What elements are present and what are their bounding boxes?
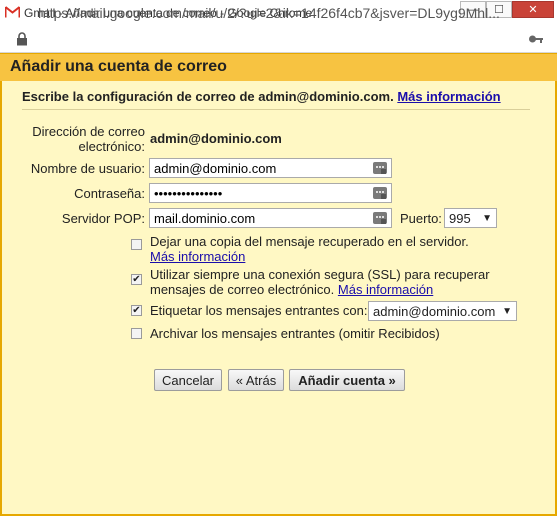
password-manager-icon[interactable]: [372, 185, 388, 201]
leave-copy-more-info-link[interactable]: Más información: [150, 249, 245, 264]
email-label: Dirección de correo electrónico:: [20, 124, 145, 154]
label-select-value: admin@dominio.com: [373, 303, 496, 319]
email-label-line2: electrónico:: [78, 139, 145, 154]
add-account-button[interactable]: Añadir cuenta »: [289, 369, 405, 391]
leave-copy-checkbox[interactable]: [131, 239, 142, 250]
archive-incoming-label: Archivar los mensajes entrantes (omitir …: [150, 326, 440, 341]
chevron-down-icon: ▼: [482, 212, 492, 224]
label-select[interactable]: admin@dominio.com ▼: [368, 301, 517, 321]
email-label-line1: Dirección de correo: [32, 124, 145, 139]
checkmark-icon: ✔: [132, 273, 141, 285]
dialog-title: Añadir una cuenta de correo: [10, 58, 227, 75]
intro-line: Escribe la configuración de correo de ad…: [22, 89, 530, 110]
ssl-label-line1: Utilizar siempre una conexión segura (SS…: [150, 267, 490, 282]
port-value: 995: [449, 210, 471, 226]
cancel-button[interactable]: Cancelar: [154, 369, 222, 391]
back-button[interactable]: « Atrás: [228, 369, 284, 391]
lock-icon: [16, 32, 28, 46]
email-value: admin@dominio.com: [150, 131, 282, 146]
archive-incoming-checkbox[interactable]: [131, 328, 142, 339]
close-button[interactable]: ✕: [512, 1, 554, 18]
port-label: Puerto:: [400, 211, 442, 226]
pop-server-input[interactable]: [149, 208, 392, 228]
intro-text: Escribe la configuración de correo de ad…: [22, 89, 394, 104]
label-incoming-label: Etiquetar los mensajes entrantes con:: [150, 303, 368, 318]
ssl-option: Utilizar siempre una conexión segura (SS…: [150, 267, 530, 297]
leave-copy-option: Dejar una copia del mensaje recuperado e…: [150, 234, 480, 264]
chevron-down-icon: ▼: [502, 305, 512, 317]
password-manager-icon[interactable]: [372, 160, 388, 176]
close-icon: ✕: [528, 4, 538, 16]
gmail-logo-icon: [4, 6, 21, 18]
more-info-link[interactable]: Más información: [397, 89, 500, 104]
label-incoming-checkbox[interactable]: ✔: [131, 305, 142, 316]
port-select[interactable]: 995 ▼: [444, 208, 497, 228]
password-label: Contraseña:: [74, 186, 145, 201]
password-manager-icon[interactable]: [372, 210, 388, 226]
address-bar[interactable]: [0, 26, 557, 53]
leave-copy-label: Dejar una copia del mensaje recuperado e…: [150, 234, 469, 249]
url-text[interactable]: https://mail.google.com/mail/u/2/?ui=2&i…: [38, 5, 516, 21]
key-icon[interactable]: [528, 32, 544, 46]
checkmark-icon: ✔: [132, 304, 141, 316]
pop-server-label: Servidor POP:: [61, 211, 145, 226]
ssl-label-line2: mensajes de correo electrónico.: [150, 282, 335, 297]
ssl-more-info-link[interactable]: Más información: [338, 282, 433, 297]
username-label: Nombre de usuario:: [30, 161, 145, 176]
password-input[interactable]: [149, 183, 392, 203]
ssl-checkbox[interactable]: ✔: [131, 274, 142, 285]
username-input[interactable]: [149, 158, 392, 178]
